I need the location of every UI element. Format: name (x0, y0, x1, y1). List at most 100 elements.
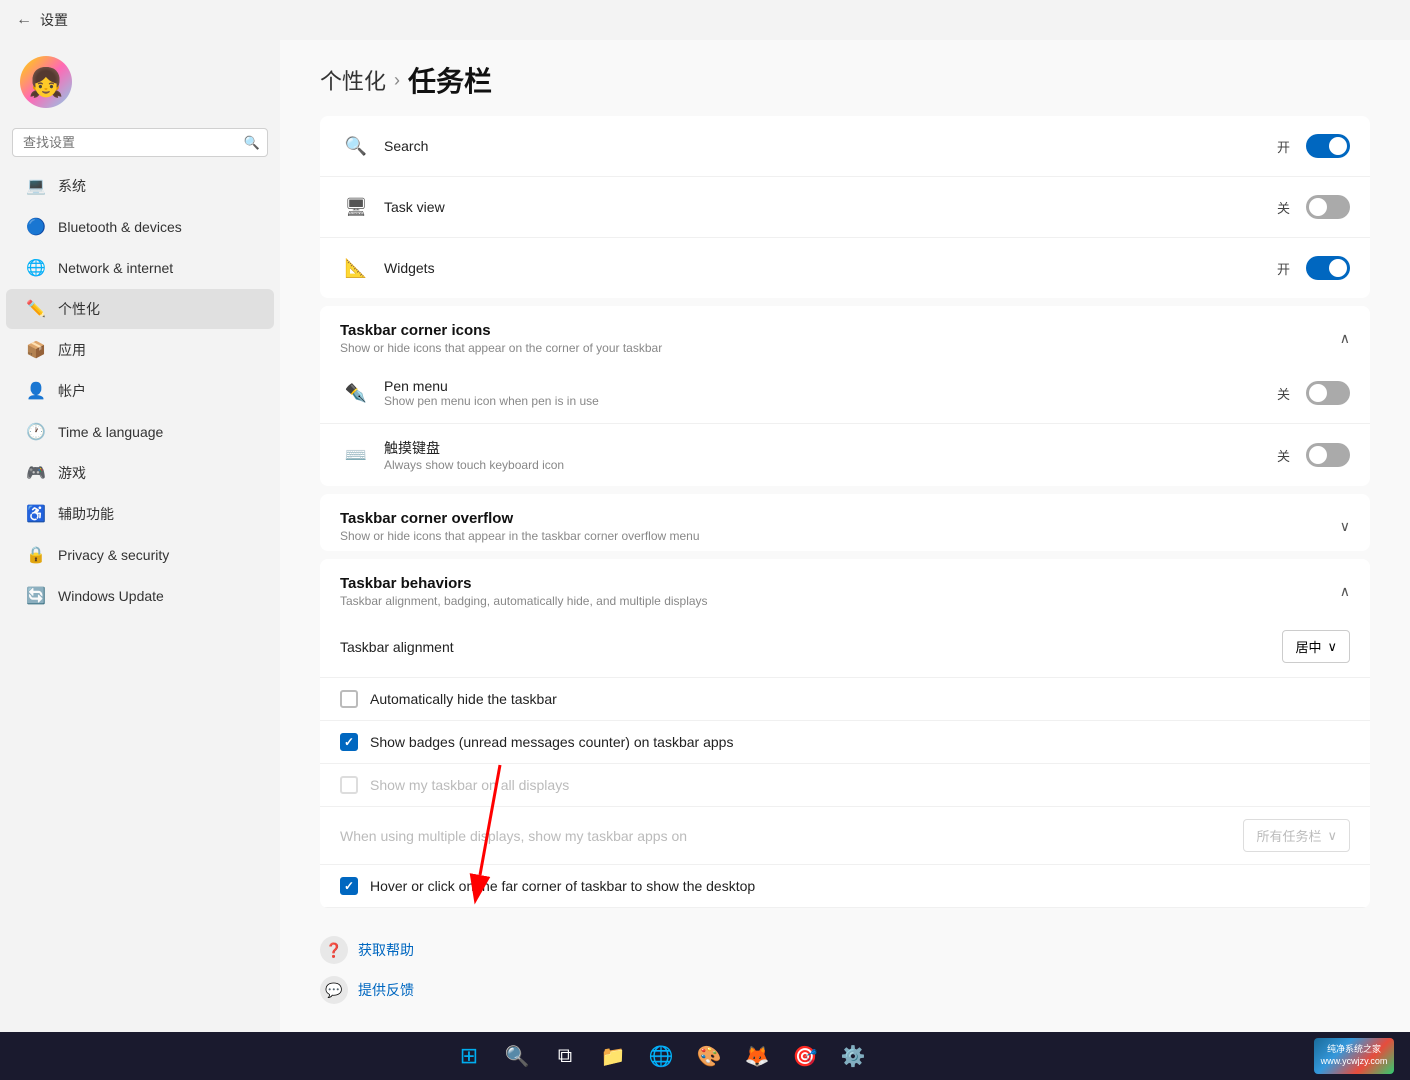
breadcrumb-separator: › (394, 70, 400, 91)
alignment-dropdown[interactable]: 居中 ∨ (1282, 630, 1350, 663)
back-button[interactable]: ← (16, 11, 32, 29)
auto-hide-row: Automatically hide the taskbar (320, 678, 1370, 721)
auto-hide-checkbox[interactable] (340, 690, 358, 708)
bluetooth-nav-label: Bluetooth & devices (58, 219, 182, 235)
sidebar-item-update[interactable]: 🔄Windows Update (6, 576, 274, 616)
sidebar-item-system[interactable]: 💻系统 (6, 166, 274, 206)
accessibility-nav-icon: ♿ (26, 504, 46, 524)
corner-icons-title: Taskbar corner icons (340, 322, 662, 339)
taskbar-item-label-0: Search (384, 138, 1277, 154)
taskbar-explorer-button[interactable]: 📁 (595, 1038, 631, 1074)
alignment-value: 居中 (1295, 637, 1321, 656)
all-displays-row: Show my taskbar on all displays (320, 764, 1370, 807)
taskbar-taskview-button[interactable]: ⧉ (547, 1038, 583, 1074)
time-nav-icon: 🕐 (26, 422, 46, 442)
hover-corner-label: Hover or click on the far corner of task… (370, 878, 755, 894)
taskbar-windows-button[interactable]: ⊞ (451, 1038, 487, 1074)
taskbar-behaviors-section: Taskbar behaviors Taskbar alignment, bad… (320, 559, 1370, 908)
taskbar-item-toggle-2[interactable] (1306, 256, 1350, 280)
corner-icon-main-label-0: Pen menu (384, 378, 1277, 394)
taskbar-colorful3-button[interactable]: 🎯 (787, 1038, 823, 1074)
corner-icons-subtitle: Show or hide icons that appear on the co… (340, 341, 662, 355)
corner-icon-sub-label-1: Always show touch keyboard icon (384, 458, 1277, 472)
badges-checkbox[interactable] (340, 733, 358, 751)
apps-nav-label: 应用 (58, 340, 86, 360)
search-input[interactable] (12, 128, 268, 157)
sidebar-item-network[interactable]: 🌐 Network & internet (6, 248, 274, 288)
behaviors-title: Taskbar behaviors (340, 575, 708, 592)
gaming-nav-label: 游戏 (58, 463, 86, 483)
update-nav-label: Windows Update (58, 588, 164, 604)
multi-display-value: 所有任务栏 (1256, 826, 1321, 845)
corner-icon-main-label-1: 触摸键盘 (384, 438, 1277, 458)
sidebar-item-time[interactable]: 🕐Time & language (6, 412, 274, 452)
taskbar-item-icon-1: 🖥 (340, 191, 372, 223)
corner-icon-toggle-label-1: 关 (1277, 446, 1290, 465)
behaviors-chevron: ∧ (1340, 583, 1350, 600)
taskbar-item-toggle-0[interactable] (1306, 134, 1350, 158)
taskbar-colorful2-button[interactable]: 🦊 (739, 1038, 775, 1074)
corner-icon-toggle-1[interactable] (1306, 443, 1350, 467)
corner-icon-1: ⌨️ (340, 439, 372, 471)
all-displays-checkbox[interactable] (340, 776, 358, 794)
sidebar-item-accounts[interactable]: 👤帐户 (6, 371, 274, 411)
sidebar-item-bluetooth[interactable]: 🔵Bluetooth & devices (6, 207, 274, 247)
taskbar-item-toggle-wrapper-2: 开 (1277, 256, 1350, 280)
taskbar-settings-button[interactable]: ⚙️ (835, 1038, 871, 1074)
network-nav-icon: 🌐 (26, 258, 46, 278)
personalization-nav-label: 个性化 (58, 299, 100, 319)
sidebar-item-privacy[interactable]: 🔒Privacy & security (6, 535, 274, 575)
corner-icons-header[interactable]: Taskbar corner icons Show or hide icons … (320, 306, 1370, 363)
page-header: 个性化 › 任务栏 (280, 40, 1410, 116)
system-taskbar: ⊞ 🔍 ⧉ 📁 🌐 🎨 🦊 🎯 ⚙️ 纯净系统之家 www.ycwjzy.com (0, 1032, 1410, 1080)
watermark-badge: 纯净系统之家 www.ycwjzy.com (1314, 1038, 1394, 1074)
alignment-chevron-icon: ∨ (1327, 639, 1337, 655)
privacy-nav-icon: 🔒 (26, 545, 46, 565)
taskbar-item-2: 📐Widgets开 (320, 238, 1370, 298)
footer-links: ❓ 获取帮助 💬 提供反馈 (280, 916, 1410, 1024)
search-icon: 🔍 (244, 135, 260, 151)
taskbar-item-icon-0: 🔍 (340, 130, 372, 162)
taskbar-colorful1-button[interactable]: 🎨 (691, 1038, 727, 1074)
taskbar-right: 纯净系统之家 www.ycwjzy.com (1314, 1038, 1394, 1074)
taskbar-edge-button[interactable]: 🌐 (643, 1038, 679, 1074)
corner-icons-chevron: ∧ (1340, 330, 1350, 347)
taskbar-search-button[interactable]: 🔍 (499, 1038, 535, 1074)
back-icon: ← (16, 11, 32, 29)
alignment-row: Taskbar alignment 居中 ∨ (320, 616, 1370, 678)
breadcrumb-parent: 个性化 (320, 64, 386, 96)
corner-icon-label-group-0: Pen menuShow pen menu icon when pen is i… (384, 378, 1277, 408)
corner-icon-sub-label-0: Show pen menu icon when pen is in use (384, 394, 1277, 408)
multi-display-row: When using multiple displays, show my ta… (320, 807, 1370, 865)
main-layout: 👧 🔍 💻系统🔵Bluetooth & devices 🌐 Network & in… (0, 40, 1410, 1032)
corner-overflow-header[interactable]: Taskbar corner overflow Show or hide ico… (320, 494, 1370, 551)
taskbar-item-label-1: Task view (384, 199, 1277, 215)
avatar: 👧 (20, 56, 72, 108)
corner-icon-item-1: ⌨️ 触摸键盘Always show touch keyboard icon关 (320, 424, 1370, 486)
hover-corner-checkbox[interactable] (340, 877, 358, 895)
sidebar-item-gaming[interactable]: 🎮游戏 (6, 453, 274, 493)
alignment-label: Taskbar alignment (340, 639, 1282, 655)
sidebar-item-apps[interactable]: 📦应用 (6, 330, 274, 370)
corner-icon-label-group-1: 触摸键盘Always show touch keyboard icon (384, 438, 1277, 472)
multi-display-chevron: ∨ (1327, 828, 1337, 844)
multi-display-label: When using multiple displays, show my ta… (340, 828, 1243, 844)
taskbar-item-0: 🔍Search开 (320, 116, 1370, 177)
corner-overflow-title: Taskbar corner overflow (340, 510, 700, 527)
behaviors-subtitle: Taskbar alignment, badging, automaticall… (340, 594, 708, 608)
corner-icon-0: ✒️ (340, 377, 372, 409)
help-link[interactable]: ❓ 获取帮助 (320, 936, 1370, 964)
feedback-link[interactable]: 💬 提供反馈 (320, 976, 1370, 1004)
taskbar-item-toggle-label-1: 关 (1277, 198, 1290, 217)
behaviors-header[interactable]: Taskbar behaviors Taskbar alignment, bad… (320, 559, 1370, 616)
sidebar-item-personalization[interactable]: ✏️ 个性化 (6, 289, 274, 329)
multi-display-dropdown[interactable]: 所有任务栏 ∨ (1243, 819, 1350, 852)
taskbar-item-icon-2: 📐 (340, 252, 372, 284)
corner-icon-toggle-0[interactable] (1306, 381, 1350, 405)
personalization-nav-icon: ✏️ (26, 299, 46, 319)
network-nav-label: Network & internet (58, 260, 173, 276)
system-nav-label: 系统 (58, 176, 86, 196)
taskbar-item-toggle-1[interactable] (1306, 195, 1350, 219)
sidebar-item-accessibility[interactable]: ♿辅助功能 (6, 494, 274, 534)
accounts-nav-icon: 👤 (26, 381, 46, 401)
